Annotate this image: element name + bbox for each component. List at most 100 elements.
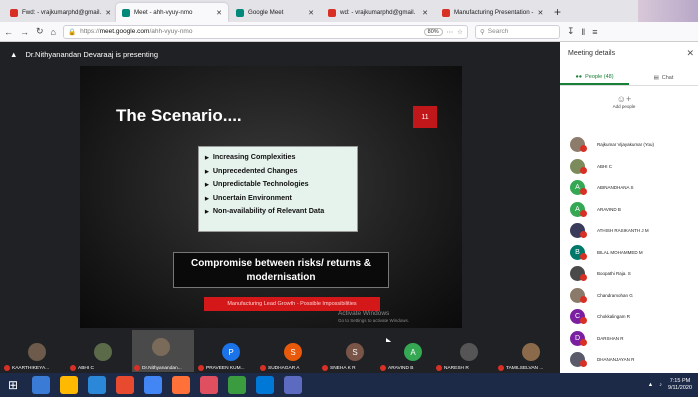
taskbar-app-icon[interactable] [88,376,106,394]
participant-tile[interactable]: Dr.Nithyanandan... [132,330,194,372]
address-bar[interactable]: 🔒 https://meet.google.com/ahh-vyuy-nmo 8… [62,24,468,39]
more-icon[interactable]: ⋯ [447,28,454,36]
mic-muted-icon [380,365,386,371]
shared-slide: The Scenario.... 11 Increasing Complexit… [80,66,462,344]
participant-tile[interactable]: S SUDHAGAR A [258,342,326,372]
close-icon[interactable]: ✕ [686,48,694,59]
tab-people[interactable]: ●● People (48) [560,70,629,85]
mic-muted-icon [498,365,504,371]
tab-close-icon[interactable]: ✕ [537,9,543,17]
zoom-level[interactable]: 80% [423,27,443,36]
window-controls[interactable] [638,0,698,22]
tile-name-row: ARAVIND B [380,365,414,371]
taskbar-app-icon[interactable] [284,376,302,394]
clock-time: 7:15 PM [669,378,691,384]
tile-name: Dr.Nithyanandan... [142,365,182,371]
participant-row[interactable]: DHANANJAYAN R [560,349,698,371]
tab-close-icon[interactable]: ✕ [308,9,314,17]
avatar: P [222,343,240,361]
watermark-line-1: Activate Windows [338,310,390,317]
participant-row[interactable]: A ABINANDHANA S [560,177,698,199]
participant-row[interactable]: C Chokkalingam R [560,306,698,328]
callout-line-2: modernisation [246,272,316,283]
taskbar-app-icon[interactable] [200,376,218,394]
forward-icon[interactable]: → [20,27,29,37]
tab-favicon-icon [10,8,18,17]
reload-icon[interactable]: ↻ [36,26,44,37]
taskbar-app-icon[interactable] [256,376,274,394]
url-prefix: https:// [80,28,100,35]
mic-muted-icon [134,365,140,371]
participant-tile[interactable]: KAARTHIKEYA... [2,342,70,372]
home-icon[interactable]: ⌂ [51,27,56,37]
mic-muted-icon [580,317,587,324]
tile-name: SUDHAGAR A [268,365,300,371]
participant-row[interactable]: ABHI C [560,156,698,178]
watermark-line-2: Go to Settings to activate Windows. [338,318,410,323]
participant-name: ABHI C [597,163,613,169]
slide-callout: Compromise between risks/ returns & mode… [173,252,389,288]
tab-favicon-icon [442,8,450,17]
mic-muted-icon [580,252,587,260]
browser-tab[interactable]: Google Meet ✕ [230,3,320,22]
tab-close-icon[interactable]: ✕ [105,9,111,17]
volume-icon[interactable]: ♪ [659,382,662,388]
participant-row[interactable]: Boopathi Raja. S [560,263,698,285]
taskbar-app-icon[interactable] [116,376,134,394]
slide-bullet: Unpredictable Technologies [205,178,351,192]
participant-row[interactable]: ATHISH RASIKANTH J M [560,220,698,242]
browser-tab[interactable]: wd: - vrajkumarphd@gmail. ✕ [322,3,434,22]
mic-muted-icon [580,166,587,174]
participant-row[interactable]: B BILAL MOHAMMED M [560,242,698,264]
tile-name: ABHI C [78,365,94,371]
browser-tab[interactable]: Fwd: - vrajkumarphd@gmail. ✕ [4,3,114,22]
mic-muted-icon [580,338,587,346]
add-person-icon: ☺+ [616,94,632,104]
tile-name-row: SUDHAGAR A [260,365,299,371]
lock-icon: 🔒 [67,28,77,36]
add-people-button[interactable]: ☺+ Add people [604,94,644,109]
participant-row[interactable]: Rajkumar Vijayakumar (You) [560,134,698,156]
tile-name: KAARTHIKEYA... [12,365,50,371]
clock[interactable]: 7:15 PM 9/11/2020 [668,378,692,392]
library-icon[interactable]: ‖ [582,27,586,37]
back-icon[interactable]: ← [4,27,13,37]
taskbar-app-icon[interactable] [60,376,78,394]
tab-chat[interactable]: ▤ Chat [629,70,698,85]
participant-tile[interactable]: ABHI C [68,342,136,372]
mic-muted-icon [580,295,587,303]
taskbar-app-icon[interactable] [144,376,162,394]
browser-tab[interactable]: Manufacturing Presentation - ✕ [436,3,546,22]
presenting-text: Dr.Nithyanandan Devaraaj is presenting [25,50,159,59]
tile-name: ARAVIND B [388,365,414,371]
participant-name: Chandramohan G [597,292,633,298]
participant-tile[interactable]: P PRAVEEN KUM... [196,342,264,372]
search-input[interactable]: ⚲ Search [474,24,560,39]
download-icon[interactable]: ↧ [567,26,575,37]
tab-close-icon[interactable]: ✕ [216,9,222,17]
participant-tile[interactable]: NARESH R [434,342,502,372]
bookmark-star-icon[interactable]: ☆ [457,28,463,36]
new-tab-button[interactable]: + [548,5,567,22]
tab-title: Google Meet [248,9,284,16]
system-tray: ▲ ♪ 7:15 PM 9/11/2020 [648,378,698,392]
tab-close-icon[interactable]: ✕ [422,9,428,17]
participant-row[interactable]: D DARSHAN R [560,328,698,350]
taskbar-app-icon[interactable] [32,376,50,394]
participant-tile[interactable]: TAMILSELVAN ... [496,342,564,372]
tab-favicon-icon [236,8,244,17]
panel-tabs: ●● People (48) ▤ Chat [560,70,698,86]
participant-row[interactable]: A ARAVIND B [560,199,698,221]
taskbar-app-icon[interactable] [228,376,246,394]
windows-start-icon[interactable]: ⊞ [4,376,22,394]
network-icon[interactable]: ▲ [648,382,653,388]
menu-icon[interactable]: ≡ [592,27,597,37]
mic-muted-icon [580,188,587,195]
tab-title: Fwd: - vrajkumarphd@gmail. [22,9,102,16]
taskbar-app-icon[interactable] [172,376,190,394]
tab-title: wd: - vrajkumarphd@gmail. [340,9,416,16]
tile-name-row: KAARTHIKEYA... [4,365,49,371]
people-icon: ●● [575,73,583,80]
browser-tab[interactable]: Meet - ahh-vyuy-nmo ✕ [116,3,228,22]
participant-row[interactable]: Chandramohan G [560,285,698,307]
